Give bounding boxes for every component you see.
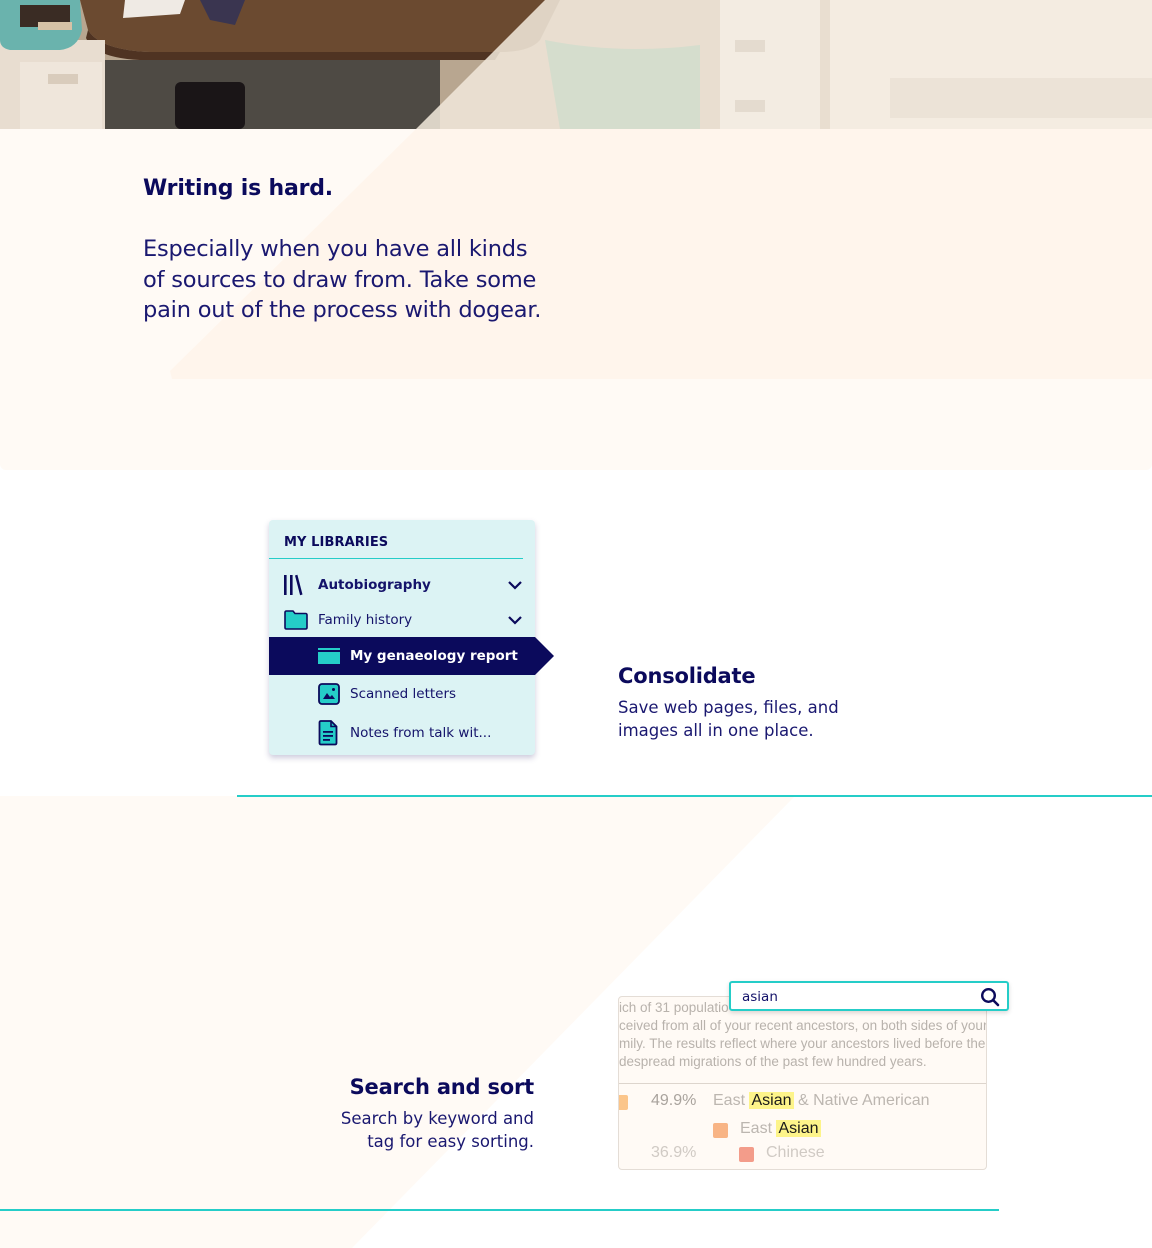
search-input[interactable] [742,987,972,1007]
libraries-divider [269,558,523,559]
name-prefix: East [713,1092,750,1109]
consolidate-body-line: Save web pages, files, and [618,698,839,717]
search-sort-heading: Search and sort [349,1075,535,1099]
library-item-label: My genaeology report [350,648,518,664]
search-sort-feature: Search and sort Search by keyword and ta… [300,1075,534,1153]
library-item-autobiography[interactable]: Autobiography [269,566,535,604]
color-swatch [619,1095,628,1110]
library-item-notes[interactable]: Notes from talk wit... [269,714,535,752]
library-item-my-genaeology-report[interactable]: My genaeology report [269,637,554,675]
ancestry-name: East Asian [740,1120,821,1138]
library-item-family-history[interactable]: Family history [269,601,535,639]
libraries-title: MY LIBRARIES [284,535,389,550]
folder-icon [284,610,308,630]
document-preview: ich of 31 populatio ceived from all of y… [618,996,987,1170]
consolidate-body-line: images all in one place. [618,721,814,740]
name-prefix: East [740,1120,777,1137]
library-item-scanned-letters[interactable]: Scanned letters [269,675,535,713]
search-highlight: Asian [749,1092,794,1109]
chevron-down-icon[interactable] [507,577,523,593]
consolidate-feature: Consolidate Save web pages, files, and i… [618,664,878,742]
section-divider [237,795,1152,797]
search-sort-body: Search by keyword and tag for easy sorti… [300,1107,534,1153]
library-books-icon [282,573,304,597]
intro-body-line: of sources to draw from. Take some [143,266,537,293]
document-separator [619,1083,986,1084]
intro-body-line: pain out of the process with dogear. [143,297,542,323]
search-highlight: Asian [776,1120,821,1137]
ancestry-percent: 36.9% [651,1144,697,1161]
library-item-label: Autobiography [318,577,431,593]
ancestry-percent: 49.9% [651,1092,697,1109]
web-page-icon [318,647,340,665]
consolidate-body: Save web pages, files, and images all in… [618,696,878,742]
library-item-label: Family history [318,612,413,628]
library-item-label: Scanned letters [350,686,457,702]
search-box[interactable] [729,981,1009,1011]
document-text-line: ceived from all of your recent ancestors… [619,1018,987,1033]
section-divider [0,1209,999,1211]
intro-heading: Writing is hard. [143,176,333,201]
document-icon [318,720,338,746]
search-sort-body-line: Search by keyword and [340,1109,534,1128]
color-swatch [739,1147,754,1162]
my-libraries-panel: MY LIBRARIES Autobiography Family histor… [269,520,554,755]
name-suffix: & Native American [793,1092,930,1109]
library-item-label: Notes from talk wit... [350,725,492,741]
intro-body-line: Especially when you have all kinds [143,236,528,262]
search-icon[interactable] [980,987,1000,1007]
consolidate-heading: Consolidate [618,664,756,688]
ancestry-row: 36.9% Chinese [619,1144,986,1166]
hero-photo [0,0,1152,129]
chevron-down-icon[interactable] [507,612,523,628]
document-text-line: mily. The results reflect where your anc… [619,1036,986,1051]
document-text-line: despread migrations of the past few hund… [619,1054,927,1069]
color-swatch [713,1123,728,1138]
search-sort-body-line: tag for easy sorting. [367,1132,534,1151]
image-file-icon [318,683,340,705]
ancestry-row: East Asian [619,1120,986,1142]
ancestry-name: East Asian & Native American [713,1092,930,1110]
active-item-pointer [535,637,554,675]
intro-body: Especially when you have all kinds of so… [143,234,563,326]
intro-section: Writing is hard. Especially when you hav… [143,176,563,326]
ancestry-name: Chinese [766,1144,825,1161]
ancestry-row: 49.9% East Asian & Native American [619,1092,986,1114]
